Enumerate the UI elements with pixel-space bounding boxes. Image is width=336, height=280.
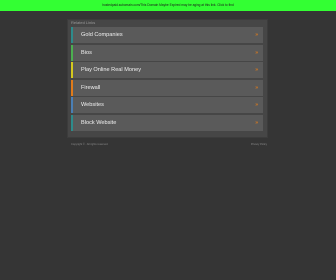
chevron-right-icon[interactable]: » bbox=[255, 45, 258, 61]
top-banner[interactable]: hostedpaid.subomain.com/This Domain Mayb… bbox=[0, 0, 336, 11]
link-item-block-website[interactable]: Block Website » bbox=[71, 114, 263, 131]
banner-text[interactable]: hostedpaid.subomain.com/This Domain Mayb… bbox=[102, 3, 233, 7]
privacy-policy-link[interactable]: Privacy Policy bbox=[251, 143, 267, 147]
related-links-heading: Related Links bbox=[71, 20, 96, 25]
accent-bar bbox=[71, 97, 73, 114]
link-item-firewall[interactable]: Firewall » bbox=[71, 79, 263, 96]
link-label[interactable]: Firewall bbox=[81, 80, 100, 96]
chevron-right-icon[interactable]: » bbox=[255, 62, 258, 78]
accent-bar bbox=[71, 44, 73, 61]
link-label[interactable]: Gold Companies bbox=[81, 27, 123, 43]
accent-bar bbox=[71, 114, 73, 131]
accent-bar bbox=[71, 27, 73, 43]
link-label[interactable]: Block Website bbox=[81, 115, 116, 131]
related-links-list: Gold Companies » Bios » Play Online Real… bbox=[71, 27, 263, 133]
link-label[interactable]: Websites bbox=[81, 97, 104, 113]
chevron-right-icon[interactable]: » bbox=[255, 97, 258, 113]
link-label[interactable]: Bios bbox=[81, 45, 92, 61]
link-item-websites[interactable]: Websites » bbox=[71, 97, 263, 114]
chevron-right-icon[interactable]: » bbox=[255, 27, 258, 43]
link-item-gold-companies[interactable]: Gold Companies » bbox=[71, 27, 263, 43]
accent-bar bbox=[71, 62, 73, 79]
chevron-right-icon[interactable]: » bbox=[255, 115, 258, 131]
link-label[interactable]: Play Online Real Money bbox=[81, 62, 141, 78]
accent-bar bbox=[71, 79, 73, 96]
link-item-play-online-real-money[interactable]: Play Online Real Money » bbox=[71, 62, 263, 79]
chevron-right-icon[interactable]: » bbox=[255, 80, 258, 96]
copyright-text: Copyright © . All rights reserved. bbox=[71, 143, 109, 146]
link-item-bios[interactable]: Bios » bbox=[71, 44, 263, 61]
